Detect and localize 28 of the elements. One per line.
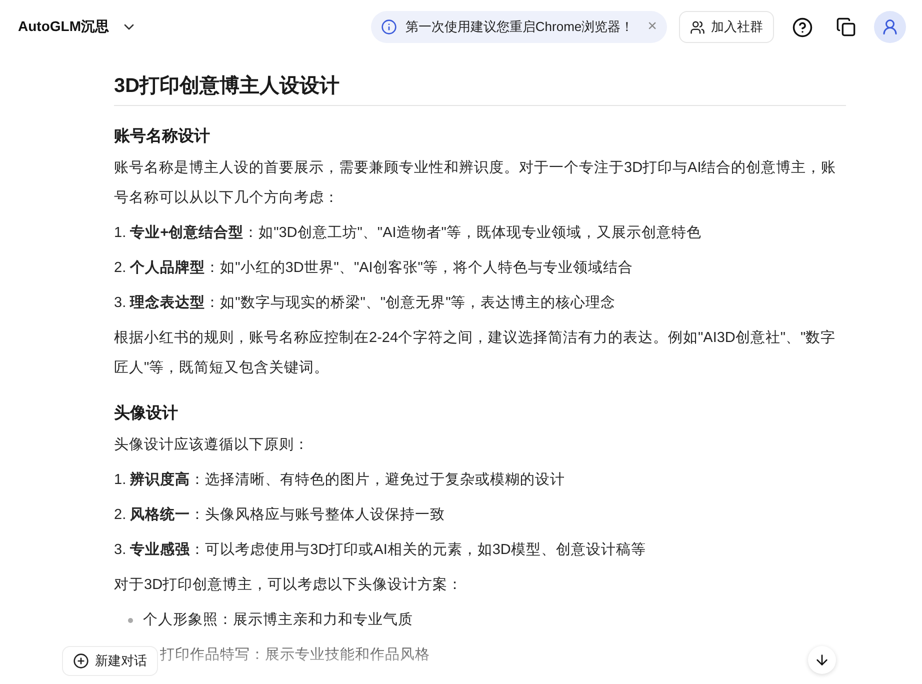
arrow-down-icon (814, 652, 830, 668)
list-item: 1. 专业+创意结合型：如"3D创意工坊"、"AI造物者"等，既体现专业领域，又展示创意特色 (114, 224, 702, 243)
plus-icon (73, 653, 89, 669)
avatar-button[interactable] (874, 11, 906, 43)
section-heading: 账号名称设计 (114, 126, 211, 147)
list-item: 打印作品特写：展示专业技能和作品风格 (160, 646, 430, 665)
paragraph: 头像设计应该遵循以下原则： (114, 436, 310, 455)
list-item: 2. 风格统一：头像风格应与账号整体人设保持一致 (114, 506, 446, 525)
user-icon (881, 18, 899, 36)
list-item: 3. 理念表达型：如"数字与现实的桥梁"、"创意无界"等，表达博主的核心理念 (114, 294, 617, 313)
article-title: 3D打印创意博主人设设计 (114, 72, 846, 106)
bullet-icon (128, 618, 133, 622)
list-item: 个人形象照：展示博主亲和力和专业气质 (143, 610, 413, 630)
notice-text: 第一次使用建议您重启Chrome浏览器！ (405, 18, 634, 36)
paragraph: 账号名称是博主人设的首要展示，需要兼顾专业性和辨识度。对于一个专注于3D打印与AI结合的创意博主，账号名称可以从以下几个方向考虑： (114, 158, 838, 208)
app-name: AutoGLM沉思 (18, 18, 109, 36)
new-chat-button[interactable]: 新建对话 (62, 646, 158, 676)
section-heading: 头像设计 (114, 404, 179, 424)
join-community-button[interactable]: 加入社群 (679, 11, 774, 43)
scroll-down-button[interactable] (808, 646, 836, 674)
users-icon (690, 20, 705, 34)
list-item: 2. 个人品牌型：如"小红的3D世界"、"AI创客张"等，将个人特色与专业领域结合 (114, 258, 634, 278)
list-item: 3. 专业感强：可以考虑使用与3D打印或AI相关的元素，如3D模型、创意设计稿等 (114, 540, 647, 560)
paragraph: 对于3D打印创意博主，可以考虑以下头像设计方案： (114, 576, 464, 595)
help-icon (792, 16, 812, 38)
paragraph: 根据小红书的规则，账号名称应控制在2-24个字符之间，建议选择简洁有力的表达。例如"AI3D创意社"、"数字匠人"等，既简短又包含关键词。 (114, 328, 837, 378)
info-icon (381, 19, 398, 35)
list-item: 1. 辨识度高：选择清晰、有特色的图片，避免过于复杂或模糊的设计 (114, 470, 566, 490)
